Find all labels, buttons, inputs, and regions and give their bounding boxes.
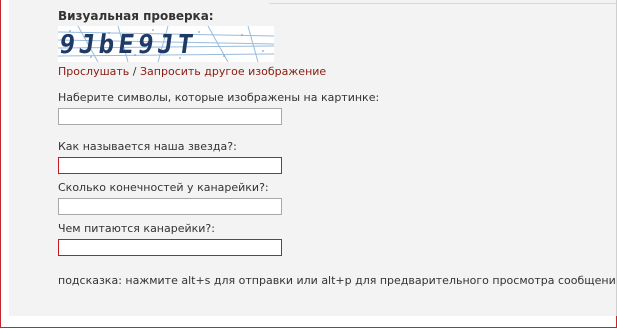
keyboard-hint: подсказка: нажмите alt+s для отправки ил… — [58, 274, 616, 287]
captcha-code-label: Наберите символы, которые изображены на … — [58, 91, 380, 104]
limbs-answer-input[interactable] — [58, 198, 282, 215]
divider — [269, 3, 616, 4]
link-separator: / — [132, 65, 137, 78]
captcha-links: Прослушать / Запросить другое изображени… — [58, 65, 326, 78]
request-new-image-link[interactable]: Запросить другое изображение — [140, 65, 326, 78]
limbs-question-label: Сколько конечностей у канарейки?: — [58, 181, 269, 194]
food-question-label: Чем питаются канарейки?: — [58, 222, 215, 235]
star-answer-input[interactable] — [58, 157, 282, 174]
captcha-text: 9JbE9JT — [58, 30, 199, 60]
captcha-image: 9JbE9JT — [58, 26, 274, 62]
star-question-label: Как называется наша звезда?: — [58, 140, 237, 153]
captcha-code-input[interactable] — [58, 108, 282, 125]
page-frame: Визуальная проверка: 9JbE9JT Прослушать … — [0, 0, 617, 328]
listen-link[interactable]: Прослушать — [58, 65, 129, 78]
captcha-title: Визуальная проверка: — [58, 9, 214, 23]
food-answer-input[interactable] — [58, 239, 282, 256]
